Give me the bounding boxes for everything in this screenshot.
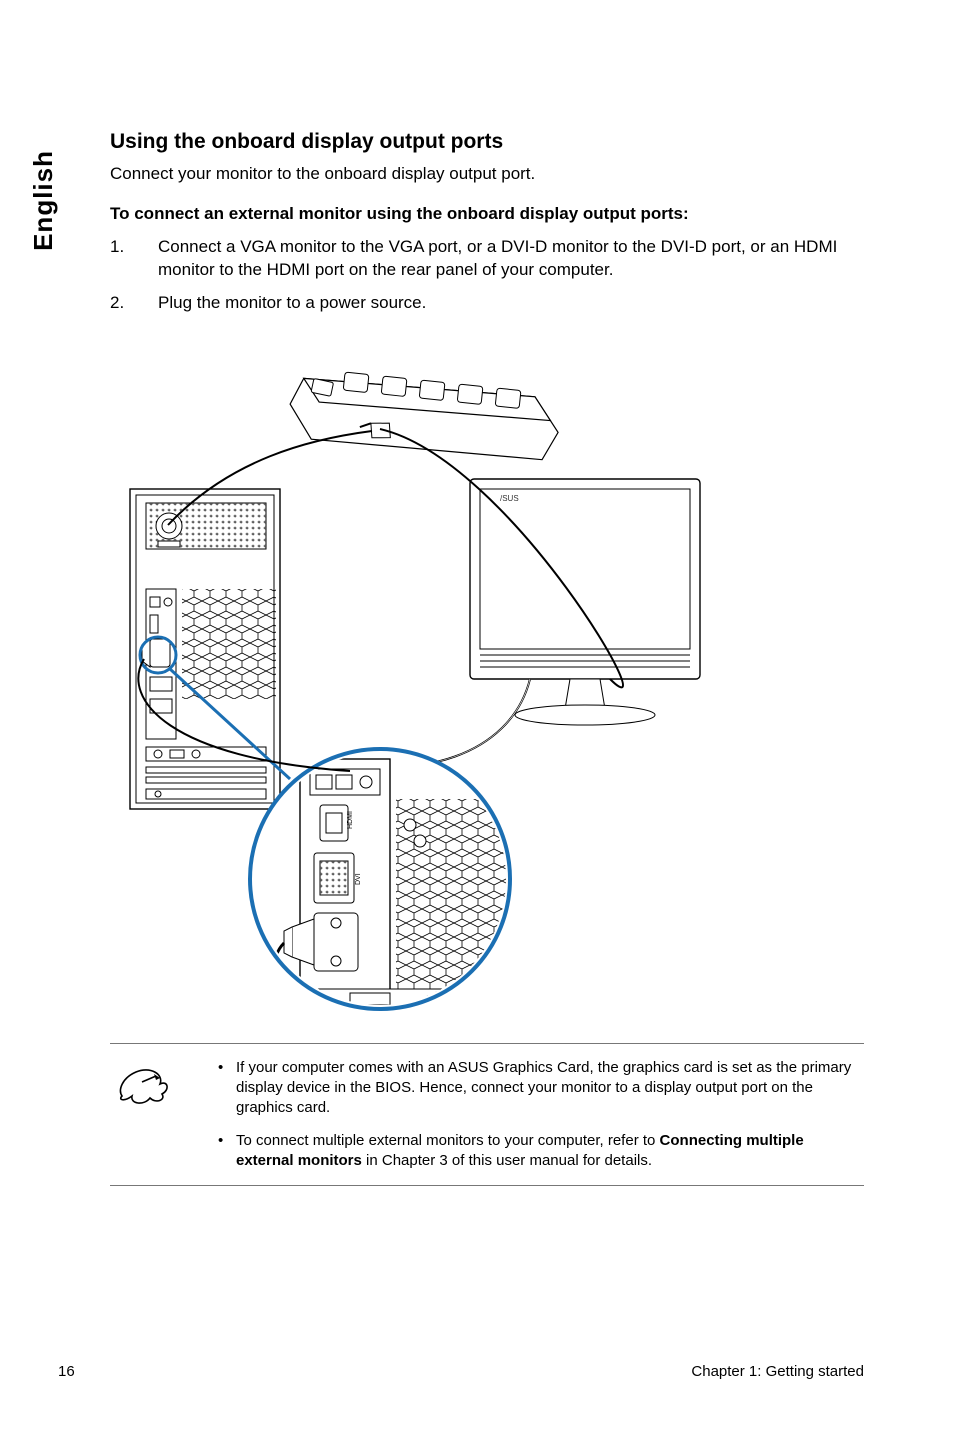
connection-diagram: /SUS <box>110 339 770 1019</box>
note-item: If your computer comes with an ASUS Grap… <box>218 1058 864 1119</box>
section-heading: Using the onboard display output ports <box>110 130 864 154</box>
page-footer: 16 Chapter 1: Getting started <box>58 1363 864 1380</box>
note-text: To connect multiple external monitors to… <box>236 1132 660 1149</box>
note-text: If your computer comes with an ASUS Grap… <box>236 1059 851 1117</box>
step-item: Connect a VGA monitor to the VGA port, o… <box>110 236 864 282</box>
note-item: To connect multiple external monitors to… <box>218 1131 864 1172</box>
intro-text: Connect your monitor to the onboard disp… <box>110 164 864 184</box>
svg-text:DVI: DVI <box>355 873 362 885</box>
step-item: Plug the monitor to a power source. <box>110 292 864 315</box>
note-icon <box>110 1058 200 1104</box>
language-tab: English <box>28 150 59 251</box>
procedure-heading: To connect an external monitor using the… <box>110 204 864 224</box>
svg-text:HDMI: HDMI <box>347 811 354 829</box>
note-block: If your computer comes with an ASUS Grap… <box>110 1043 864 1186</box>
page-number: 16 <box>58 1363 75 1380</box>
notes-list: If your computer comes with an ASUS Grap… <box>218 1058 864 1171</box>
note-text: in Chapter 3 of this user manual for det… <box>362 1152 652 1169</box>
manual-page: English Using the onboard display output… <box>0 0 954 1438</box>
svg-text:/SUS: /SUS <box>500 494 519 503</box>
steps-list: Connect a VGA monitor to the VGA port, o… <box>110 236 864 315</box>
chapter-label: Chapter 1: Getting started <box>691 1363 864 1380</box>
